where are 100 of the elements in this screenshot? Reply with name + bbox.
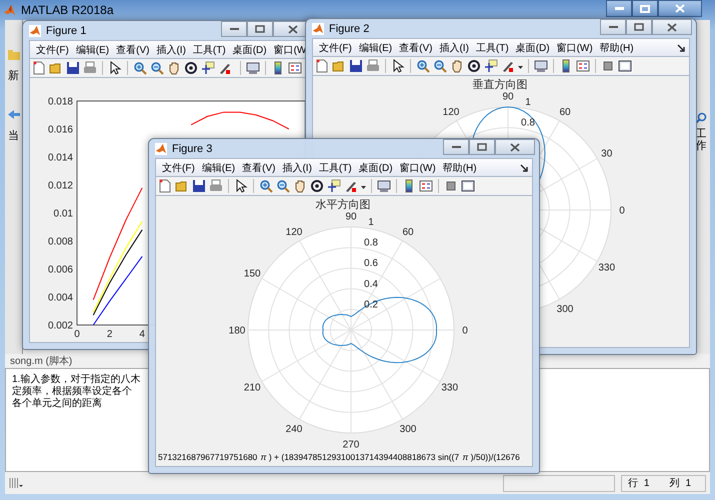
- minimize-icon: [614, 7, 624, 10]
- zoom-in-icon[interactable]: [133, 61, 147, 75]
- angle-label: 270: [342, 440, 360, 450]
- close-icon: [675, 4, 685, 13]
- menu-item[interactable]: 桌面(D): [514, 40, 552, 54]
- hand-icon[interactable]: [450, 59, 464, 73]
- maximize-button[interactable]: [632, 0, 658, 17]
- menu-item[interactable]: 窗口(W): [554, 40, 595, 54]
- zoom-out-icon[interactable]: [276, 179, 290, 193]
- rotate-icon[interactable]: [184, 61, 198, 75]
- grip-icon[interactable]: [9, 477, 23, 489]
- menu-item[interactable]: 查看(V): [114, 42, 152, 56]
- panel-icon[interactable]: [618, 59, 632, 73]
- new-file-icon[interactable]: [32, 61, 46, 75]
- angle-label: 0: [619, 206, 625, 216]
- dock-arrow-icon[interactable]: [677, 44, 685, 52]
- screen-icon[interactable]: [377, 179, 391, 193]
- menu-item[interactable]: 查看(V): [240, 160, 278, 174]
- radius-label: 0.8: [364, 238, 378, 249]
- legend-icon[interactable]: [576, 59, 590, 73]
- menu-item[interactable]: 工具(T): [474, 40, 511, 54]
- open-folder-icon[interactable]: [49, 61, 63, 75]
- minimize-button[interactable]: [600, 19, 626, 35]
- rotate-icon[interactable]: [467, 59, 481, 73]
- save-icon[interactable]: [349, 59, 363, 73]
- brush-icon[interactable]: [344, 179, 358, 193]
- pointer-icon[interactable]: [108, 61, 122, 75]
- menu-item[interactable]: 工具(T): [190, 42, 228, 56]
- row-value: 1: [644, 478, 650, 488]
- comment-text: 各个单元之间的距离: [12, 398, 102, 410]
- minimize-button[interactable]: [443, 139, 469, 155]
- minimize-button[interactable]: [221, 21, 247, 37]
- menu-item[interactable]: 编辑(E): [74, 42, 112, 56]
- legend-icon[interactable]: [419, 179, 433, 193]
- maximize-button[interactable]: [469, 139, 495, 155]
- legend-icon[interactable]: [288, 61, 302, 75]
- screen-icon[interactable]: [246, 61, 260, 75]
- menu-item[interactable]: 编辑(E): [356, 40, 394, 54]
- script-tab[interactable]: song.m (脚本): [10, 356, 72, 367]
- close-icon: [510, 142, 520, 152]
- square-icon[interactable]: [601, 59, 615, 73]
- hand-icon[interactable]: [293, 179, 307, 193]
- menu-item[interactable]: 查看(V): [397, 40, 434, 54]
- angle-label: 90: [502, 92, 514, 102]
- open-folder-icon[interactable]: [175, 179, 189, 193]
- maximize-button[interactable]: [626, 19, 652, 35]
- zoom-out-icon[interactable]: [433, 59, 447, 73]
- hand-icon[interactable]: [167, 61, 181, 75]
- brush-icon[interactable]: [501, 59, 515, 73]
- menu-item[interactable]: 桌面(D): [230, 42, 269, 56]
- plot-title: 垂直方向图: [472, 79, 528, 91]
- menu-item[interactable]: 工具(T): [316, 160, 354, 174]
- data-cursor-icon[interactable]: [327, 179, 341, 193]
- radius-label: 1: [525, 97, 531, 108]
- pointer-icon[interactable]: [391, 59, 405, 73]
- search-icon[interactable]: [695, 112, 707, 124]
- pointer-icon[interactable]: [234, 179, 248, 193]
- close-button[interactable]: [495, 139, 535, 155]
- data-cursor-icon[interactable]: [201, 61, 215, 75]
- matlab-logo-icon: [155, 142, 167, 154]
- dock-arrow-icon[interactable]: [520, 164, 528, 172]
- matlab-logo-icon: [3, 4, 16, 16]
- menu-item[interactable]: 插入(I): [154, 42, 188, 56]
- minimize-button[interactable]: [606, 0, 632, 17]
- panel-icon[interactable]: [461, 179, 475, 193]
- menu-item[interactable]: 文件(F): [317, 40, 354, 54]
- angle-label: 60: [402, 226, 414, 238]
- zoom-in-icon[interactable]: [259, 179, 273, 193]
- close-icon: [667, 22, 677, 32]
- close-button[interactable]: [658, 0, 702, 17]
- menu-item[interactable]: 文件(F): [34, 42, 71, 56]
- angle-label: 120: [442, 106, 460, 118]
- radius-label: 0.4: [364, 278, 378, 290]
- data-cursor-icon[interactable]: [484, 59, 498, 73]
- brush-icon[interactable]: [218, 61, 232, 75]
- menu-item[interactable]: 插入(I): [437, 40, 471, 54]
- menu-item[interactable]: 窗口(W): [398, 160, 438, 174]
- new-file-icon[interactable]: [158, 179, 172, 193]
- rotate-icon[interactable]: [310, 179, 324, 193]
- menu-item[interactable]: 文件(F): [160, 160, 197, 174]
- open-folder-icon[interactable]: [332, 59, 346, 73]
- back-arrow-icon[interactable]: [6, 109, 20, 120]
- menu-item[interactable]: 桌面(D): [356, 160, 395, 174]
- new-file-icon[interactable]: [315, 59, 329, 73]
- screen-icon[interactable]: [534, 59, 548, 73]
- maximize-button[interactable]: [247, 21, 273, 37]
- angle-label: 330: [441, 382, 458, 394]
- zoom-in-icon[interactable]: [416, 59, 430, 73]
- menu-item[interactable]: 编辑(E): [200, 160, 238, 174]
- menu-item[interactable]: 帮助(H): [598, 40, 636, 54]
- y-tick-label: 0.008: [48, 236, 73, 248]
- maximize-icon: [477, 143, 487, 151]
- menu-item[interactable]: 插入(I): [280, 160, 314, 174]
- close-button[interactable]: [652, 19, 692, 35]
- angle-label: 150: [244, 268, 261, 280]
- zoom-out-icon[interactable]: [150, 61, 164, 75]
- save-icon[interactable]: [192, 179, 206, 193]
- menu-item[interactable]: 帮助(H): [440, 160, 479, 174]
- square-icon[interactable]: [444, 179, 458, 193]
- save-icon[interactable]: [66, 61, 80, 75]
